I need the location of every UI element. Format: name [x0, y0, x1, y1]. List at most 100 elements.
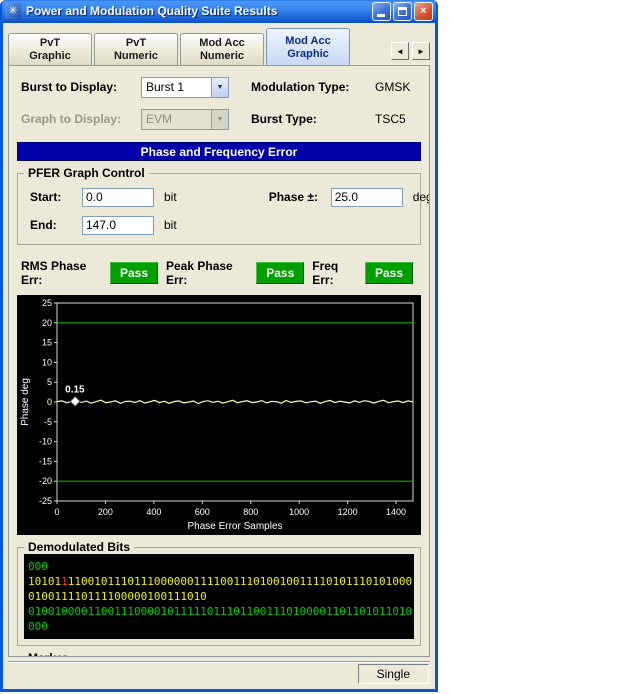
phase-limit-unit: deg: [412, 190, 429, 204]
results-window: ✳ Power and Modulation Quality Suite Res…: [0, 0, 438, 692]
tab-label: Graphic: [287, 47, 329, 60]
demodulated-bits-display: 000 1010111100101110111000000111100111010…: [24, 554, 414, 639]
tab-body: Burst to Display: Burst 1 ▼ Modulation T…: [8, 65, 430, 657]
app-icon: ✳: [5, 3, 21, 19]
start-label: Start:: [30, 190, 62, 204]
svg-text:15: 15: [42, 338, 52, 348]
graph-to-display-value: EVM: [146, 112, 173, 126]
burst-to-display-value: Burst 1: [146, 80, 185, 94]
end-unit: bit: [164, 218, 177, 232]
modulation-type-label: Modulation Type:: [251, 80, 350, 94]
start-unit: bit: [164, 190, 177, 204]
bit-line: 010011110111100000100111010: [28, 589, 410, 604]
tab-scroll-left-button[interactable]: ◄: [391, 42, 409, 60]
pfer-group-title: PFER Graph Control: [24, 166, 149, 180]
bit-line: 000: [28, 559, 410, 574]
svg-text:Phase deg: Phase deg: [20, 378, 31, 426]
svg-text:1400: 1400: [386, 507, 406, 517]
svg-text:-10: -10: [39, 437, 52, 447]
svg-text:1000: 1000: [289, 507, 309, 517]
rms-phase-err-status-badge: Pass: [109, 262, 158, 284]
status-bar: Single: [8, 661, 430, 686]
phase-error-chart[interactable]: 25 20 15 10 5 0 -5 -10 -15 -20 -25 0 200 400 600 800 100…: [17, 295, 421, 535]
svg-text:5: 5: [47, 377, 52, 387]
graph-to-display-combobox: EVM ▼: [141, 108, 229, 130]
section-banner: Phase and Frequency Error: [17, 142, 421, 161]
demod-group-title: Demodulated Bits: [24, 540, 135, 554]
tab-label: Mod Acc: [199, 37, 245, 49]
arrow-left-icon: ◄: [396, 46, 404, 56]
phase-limit-input[interactable]: [330, 187, 403, 207]
peak-phase-err-label: Peak Phase Err:: [166, 259, 233, 287]
svg-text:10: 10: [42, 357, 52, 367]
start-input[interactable]: [82, 187, 154, 207]
tab-mod-acc-graphic[interactable]: Mod Acc Graphic: [266, 28, 350, 66]
tab-label: Graphic: [29, 50, 71, 62]
tab-strip: PvT Graphic PvT Numeric Mod Acc Numeric …: [8, 28, 430, 66]
tab-label: Numeric: [199, 50, 245, 62]
title-bar[interactable]: ✳ Power and Modulation Quality Suite Res…: [2, 0, 436, 23]
burst-to-display-combobox[interactable]: Burst 1 ▼: [141, 76, 229, 98]
modulation-type-value: GMSK: [375, 80, 411, 94]
end-label: End:: [30, 218, 57, 232]
tab-pvt-graphic[interactable]: PvT Graphic: [8, 33, 92, 66]
svg-text:0: 0: [54, 507, 59, 517]
svg-text:400: 400: [146, 507, 161, 517]
trigger-mode-indicator: Single: [357, 664, 429, 684]
burst-type-label: Burst Type:: [251, 112, 317, 126]
tab-label: Numeric: [113, 50, 159, 62]
svg-text:-25: -25: [39, 496, 52, 506]
bit-line: 1010111100101110111000000111100111010010…: [28, 574, 413, 589]
bit-segment-yellow: 010011110111100000100111010: [28, 590, 207, 603]
bit-segment-yellow: 10101: [28, 575, 62, 588]
close-button[interactable]: ×: [414, 1, 433, 21]
chevron-down-icon: ▼: [211, 109, 228, 129]
svg-text:-20: -20: [39, 476, 52, 486]
tab-pvt-numeric[interactable]: PvT Numeric: [94, 33, 178, 66]
bit-segment-green: 000: [28, 620, 48, 633]
svg-text:25: 25: [42, 298, 52, 308]
tab-label: PvT: [39, 37, 61, 49]
minimize-button[interactable]: [372, 1, 391, 21]
bit-segment-green: 0100100001100111000010111110111011001110…: [28, 605, 413, 618]
bit-line: 0100100001100111000010111110111011001110…: [28, 604, 413, 619]
tab-label: Mod Acc: [285, 34, 331, 47]
end-input[interactable]: [82, 215, 154, 235]
tab-label: PvT: [125, 37, 147, 49]
bit-segment-green: 000: [28, 560, 48, 573]
phase-limit-label: Phase ±:: [268, 190, 318, 204]
freq-err-status-badge: Pass: [364, 262, 413, 284]
pfer-graph-control-group: PFER Graph Control Start: bit Phase ±: d…: [17, 166, 429, 245]
tab-scroll-right-button[interactable]: ►: [412, 42, 430, 60]
marker-group-title: Marker: [24, 651, 72, 656]
svg-text:0.15: 0.15: [65, 384, 85, 395]
svg-text:200: 200: [98, 507, 113, 517]
bit-segment-yellow: 1100101110111000000111100111010010011110…: [67, 575, 413, 588]
peak-phase-err-status-badge: Pass: [256, 262, 305, 284]
arrow-right-icon: ►: [417, 46, 425, 56]
bit-line: 000: [28, 619, 410, 634]
minimize-icon: [377, 13, 385, 17]
svg-text:0: 0: [47, 397, 52, 407]
rms-phase-err-label: RMS Phase Err:: [21, 259, 87, 287]
burst-to-display-label: Burst to Display:: [21, 80, 118, 94]
close-icon: ×: [420, 5, 427, 17]
svg-text:1200: 1200: [338, 507, 358, 517]
tab-mod-acc-numeric[interactable]: Mod Acc Numeric: [180, 33, 264, 66]
svg-text:800: 800: [243, 507, 258, 517]
svg-text:600: 600: [195, 507, 210, 517]
svg-text:-15: -15: [39, 456, 52, 466]
chart-marker-diamond: [69, 395, 81, 408]
chevron-down-icon[interactable]: ▼: [211, 77, 228, 97]
maximize-button[interactable]: [393, 1, 412, 21]
svg-text:Phase Error Samples: Phase Error Samples: [187, 521, 282, 532]
graph-to-display-label: Graph to Display:: [21, 112, 122, 126]
window-title: Power and Modulation Quality Suite Resul…: [26, 4, 278, 18]
freq-err-label: Freq Err:: [312, 259, 339, 287]
svg-text:20: 20: [42, 318, 52, 328]
maximize-icon: [398, 6, 407, 16]
bit-segment-red: 1: [61, 575, 68, 588]
demodulated-bits-group: Demodulated Bits 000 10101111001011101110…: [17, 540, 421, 646]
burst-type-value: TSC5: [375, 112, 406, 126]
svg-text:-5: -5: [44, 417, 52, 427]
